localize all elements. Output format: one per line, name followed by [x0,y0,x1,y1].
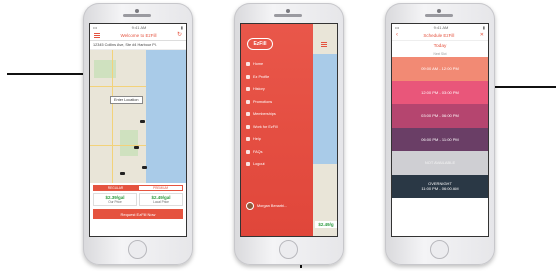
earpiece-speaker [425,14,453,17]
time-slot-unavailable: NOT AVAILABLE [392,151,488,175]
map-road [112,50,113,183]
fuel-premium-option[interactable]: PREMIUM [138,185,183,191]
avatar [246,202,254,210]
menu-item-help[interactable]: Help [246,133,278,146]
day-header: Today [433,44,447,49]
our-price-label: Our Price [108,200,122,204]
request-ezfill-button[interactable]: Request EzFill Now [93,209,183,219]
back-icon[interactable]: ‹ [396,32,398,38]
menu-item-logout[interactable]: Logout [246,158,278,171]
status-signal: ••• [395,24,400,30]
map-water [309,54,337,164]
history-icon [246,87,250,92]
status-battery: ▮ [482,24,485,30]
home-icon [246,62,250,67]
promotions-icon [246,99,250,104]
menu-list: Home Ez Profile History Promotions Membe… [246,58,278,171]
page-title: Schedule EzFill [423,32,455,38]
enter-location-tooltip[interactable]: Enter Location [110,96,143,104]
front-camera [135,9,139,13]
map-road [90,145,148,146]
side-menu: EzFill Home Ez Profile History Promotion… [241,24,313,236]
map-water [146,50,186,183]
time-slot[interactable]: 03:00 PM - 06:00 PM [392,104,488,128]
price-comparison: $2.39/gal Our Price $2.49/gal Local Pric… [93,193,183,206]
map-park [120,130,138,156]
hamburger-icon[interactable] [94,32,100,38]
overnight-time: 11:00 PM - 06:00 AM [421,186,459,192]
phone-map-screen: ••• 9:41 AM ▮ Welcome to EzFill ↻ 12345 … [83,3,193,265]
menu-item-label: Logout [253,162,265,167]
menu-item-promotions[interactable]: Promotions [246,96,278,109]
map-screen: ••• 9:41 AM ▮ Welcome to EzFill ↻ 12345 … [89,23,187,237]
close-icon[interactable]: ✕ [480,32,484,38]
menu-item-label: Promotions [253,99,273,104]
ezfill-logo: EzFill [247,38,273,50]
help-icon [246,137,250,142]
menu-item-label: History [253,87,265,92]
fuel-regular-option[interactable]: REGULAR [93,185,138,191]
menu-user-profile[interactable]: Morgan Benarbi... [246,202,287,210]
menu-item-profile[interactable]: Ez Profile [246,71,278,84]
menu-item-memberships[interactable]: Memberships [246,108,278,121]
fuel-type-toggle[interactable]: REGULAR PREMIUM [93,185,183,191]
car-icon [120,172,125,175]
map-road [90,86,148,87]
hamburger-icon[interactable] [321,42,327,47]
menu-item-label: FAQs [253,149,263,154]
menu-screen: $2.49/g EzFill Home Ez Profile History P… [240,23,338,237]
time-slot[interactable]: 09:00 AM - 12:00 PM [392,57,488,81]
menu-item-label: Help [253,137,261,142]
earpiece-speaker [274,14,302,17]
page-title: Welcome to EzFill [120,32,157,38]
menu-item-label: Work for EzFill [253,124,278,129]
status-time: 9:41 AM [131,24,147,30]
car-icon [142,166,147,169]
home-button[interactable] [430,240,449,259]
front-camera [286,9,290,13]
local-price-box: $2.49/gal Local Price [139,193,183,206]
memberships-icon [246,112,250,117]
menu-item-label: Ez Profile [253,74,270,79]
home-button[interactable] [128,240,147,259]
menu-item-work[interactable]: Work for EzFill [246,121,278,134]
earpiece-speaker [123,14,151,17]
time-slot[interactable]: 06:00 PM - 11:00 PM [392,127,488,151]
time-slot-list: 09:00 AM - 12:00 PM 12:00 PM - 03:00 PM … [392,57,488,198]
nav-bar: ‹ Schedule EzFill ✕ [392,30,488,41]
status-time: 9:41 AM [433,24,449,30]
front-camera [437,9,441,13]
phone-menu-screen: $2.49/g EzFill Home Ez Profile History P… [234,3,344,265]
address-field[interactable]: 12345 Collins Ave, Ste #4 Harbour Pl. [90,41,186,50]
map-view[interactable]: Enter Location [90,50,186,183]
time-slot-overnight[interactable]: OVERNIGHT 11:00 PM - 06:00 AM [392,174,488,198]
menu-item-label: Home [253,62,264,67]
local-price-label: Local Price [153,200,169,204]
nav-bar: Welcome to EzFill ↻ [90,30,186,41]
home-button[interactable] [279,240,298,259]
phone-schedule-screen: ••• 9:41 AM ▮ ‹ Schedule EzFill ✕ Today … [385,3,495,265]
menu-item-faqs[interactable]: FAQs [246,146,278,159]
menu-item-history[interactable]: History [246,83,278,96]
status-battery: ▮ [180,24,183,30]
menu-item-label: Memberships [253,112,276,117]
schedule-screen: ••• 9:41 AM ▮ ‹ Schedule EzFill ✕ Today … [391,23,489,237]
profile-icon [246,74,250,79]
menu-item-home[interactable]: Home [246,58,278,71]
time-slot[interactable]: 12:00 PM - 03:00 PM [392,80,488,104]
logout-icon [246,162,250,167]
car-icon [134,146,139,149]
refresh-icon[interactable]: ↻ [177,32,182,38]
user-name: Morgan Benarbi... [257,204,288,208]
our-price-box: $2.39/gal Our Price [93,193,137,206]
car-icon [140,120,145,123]
faq-icon [246,149,250,154]
peek-price-box: $2.49/g [315,221,337,228]
peek-price-value: $2.49/g [318,222,334,227]
work-icon [246,124,250,129]
status-signal: ••• [93,24,98,30]
